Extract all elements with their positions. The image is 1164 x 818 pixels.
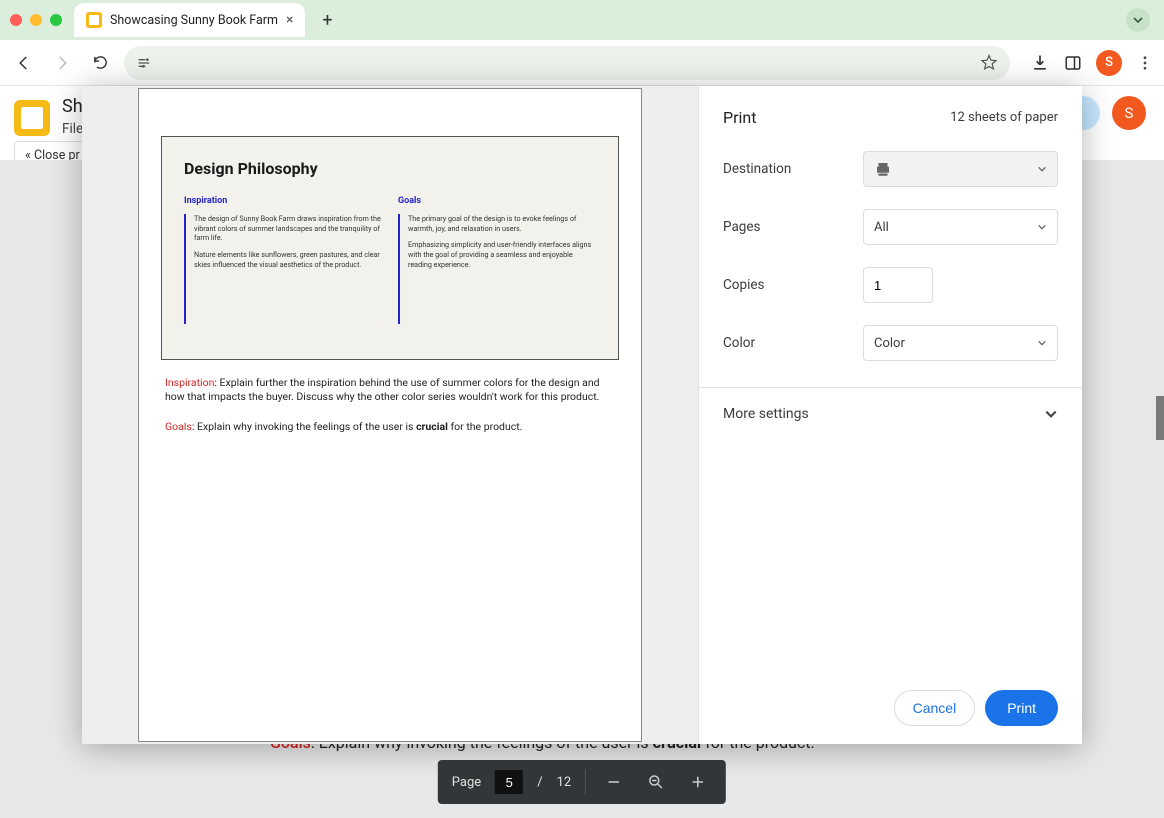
pages-select[interactable]: All bbox=[863, 209, 1058, 245]
slide-col1-p1: The design of Sunny Book Farm draws insp… bbox=[194, 214, 382, 243]
note1-text: : Explain further the inspiration behind… bbox=[165, 376, 600, 403]
slide-col2-p1: The primary goal of the design is to evo… bbox=[408, 214, 596, 233]
label-copies: Copies bbox=[723, 277, 863, 293]
bookmark-star-icon[interactable] bbox=[980, 54, 998, 72]
toolbar-right: S bbox=[1030, 50, 1154, 76]
more-settings-toggle[interactable]: More settings bbox=[723, 406, 1058, 422]
label-pages: Pages bbox=[723, 219, 863, 235]
print-button[interactable]: Print bbox=[985, 690, 1058, 726]
page-total: 12 bbox=[557, 775, 572, 790]
copies-input[interactable] bbox=[863, 267, 933, 303]
tab-title: Showcasing Sunny Book Farm bbox=[110, 13, 278, 28]
menu-bar-partial[interactable]: File bbox=[62, 121, 83, 137]
slide-col2-p2: Emphasizing simplicity and user-friendly… bbox=[408, 240, 596, 269]
window-maximize-button[interactable] bbox=[50, 14, 62, 26]
tab-strip: Showcasing Sunny Book Farm × + bbox=[0, 0, 1164, 40]
fit-page-button[interactable] bbox=[642, 768, 670, 796]
page-separator: / bbox=[537, 775, 542, 790]
downloads-icon[interactable] bbox=[1030, 53, 1050, 73]
printer-icon bbox=[874, 160, 892, 178]
preview-page-toolbar: Page / 12 bbox=[438, 760, 726, 804]
sheets-count: 12 sheets of paper bbox=[950, 110, 1058, 125]
sidepanel-icon[interactable] bbox=[1064, 54, 1082, 72]
color-select[interactable]: Color bbox=[863, 325, 1058, 361]
chevron-down-icon bbox=[1037, 338, 1047, 348]
note1-label: Inspiration bbox=[165, 376, 214, 389]
tab-close-icon[interactable]: × bbox=[286, 12, 293, 28]
print-settings-panel: Print 12 sheets of paper Destination Pag… bbox=[698, 86, 1082, 744]
address-bar[interactable] bbox=[124, 46, 1010, 80]
account-avatar[interactable]: S bbox=[1112, 96, 1146, 130]
preview-page: Design Philosophy Inspiration The design… bbox=[138, 88, 642, 742]
site-settings-icon[interactable] bbox=[136, 55, 152, 71]
slide-title: Design Philosophy bbox=[184, 159, 596, 178]
note2-label: Goals bbox=[165, 420, 192, 433]
destination-select[interactable] bbox=[863, 151, 1058, 187]
tabs-dropdown-button[interactable] bbox=[1126, 8, 1150, 32]
slide-col2-heading: Goals bbox=[398, 196, 596, 206]
zoom-in-button[interactable] bbox=[684, 768, 712, 796]
print-preview-pane[interactable]: Design Philosophy Inspiration The design… bbox=[82, 86, 698, 744]
chevron-down-icon bbox=[1037, 164, 1047, 174]
zoom-out-button[interactable] bbox=[600, 768, 628, 796]
window-minimize-button[interactable] bbox=[30, 14, 42, 26]
settings-divider bbox=[699, 387, 1082, 388]
back-button[interactable] bbox=[10, 49, 38, 77]
print-dialog: Design Philosophy Inspiration The design… bbox=[82, 86, 1082, 744]
window-close-button[interactable] bbox=[10, 14, 22, 26]
forward-button[interactable] bbox=[48, 49, 76, 77]
slide-col1-p2: Nature elements like sunflowers, green p… bbox=[194, 250, 382, 269]
browser-toolbar: S bbox=[0, 40, 1164, 86]
chevron-down-icon bbox=[1044, 407, 1058, 421]
kebab-menu-icon[interactable] bbox=[1136, 54, 1154, 72]
preview-slide: Design Philosophy Inspiration The design… bbox=[161, 136, 619, 360]
side-scroll-indicator[interactable] bbox=[1156, 396, 1164, 440]
browser-tab[interactable]: Showcasing Sunny Book Farm × bbox=[74, 3, 305, 37]
cancel-button[interactable]: Cancel bbox=[894, 690, 976, 726]
page-number-input[interactable] bbox=[495, 770, 523, 794]
browser-chrome: Showcasing Sunny Book Farm × + S bbox=[0, 0, 1164, 86]
label-destination: Destination bbox=[723, 161, 863, 177]
window-buttons bbox=[10, 14, 62, 26]
slides-app-icon[interactable] bbox=[14, 100, 50, 136]
print-title: Print bbox=[723, 108, 756, 127]
doc-title-partial: Sh bbox=[62, 96, 83, 117]
slides-favicon-icon bbox=[86, 12, 102, 28]
label-color: Color bbox=[723, 335, 863, 351]
preview-speaker-notes: Inspiration: Explain further the inspira… bbox=[165, 376, 615, 435]
new-tab-button[interactable]: + bbox=[313, 6, 341, 34]
toolbar-divider bbox=[585, 769, 586, 795]
chevron-down-icon bbox=[1037, 222, 1047, 232]
slide-col1-heading: Inspiration bbox=[184, 196, 382, 206]
profile-avatar[interactable]: S bbox=[1096, 50, 1122, 76]
reload-button[interactable] bbox=[86, 49, 114, 77]
page-label: Page bbox=[452, 775, 481, 790]
